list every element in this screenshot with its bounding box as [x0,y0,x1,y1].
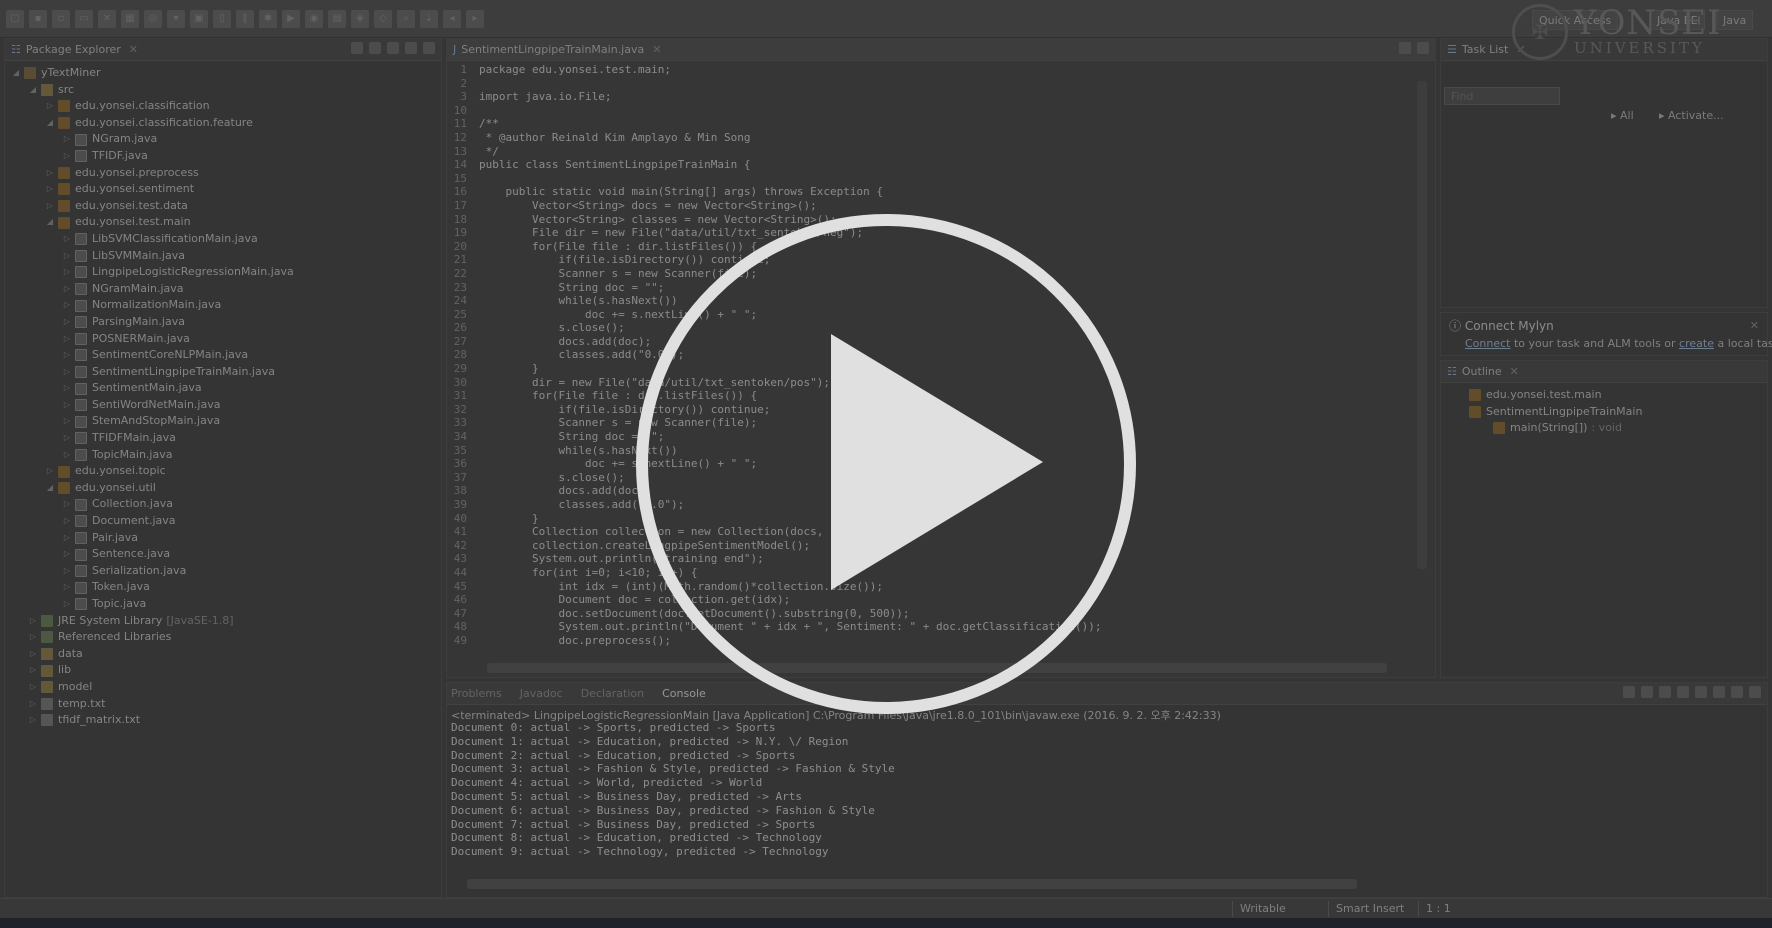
play-button[interactable] [636,214,1136,714]
play-icon [831,334,1043,590]
